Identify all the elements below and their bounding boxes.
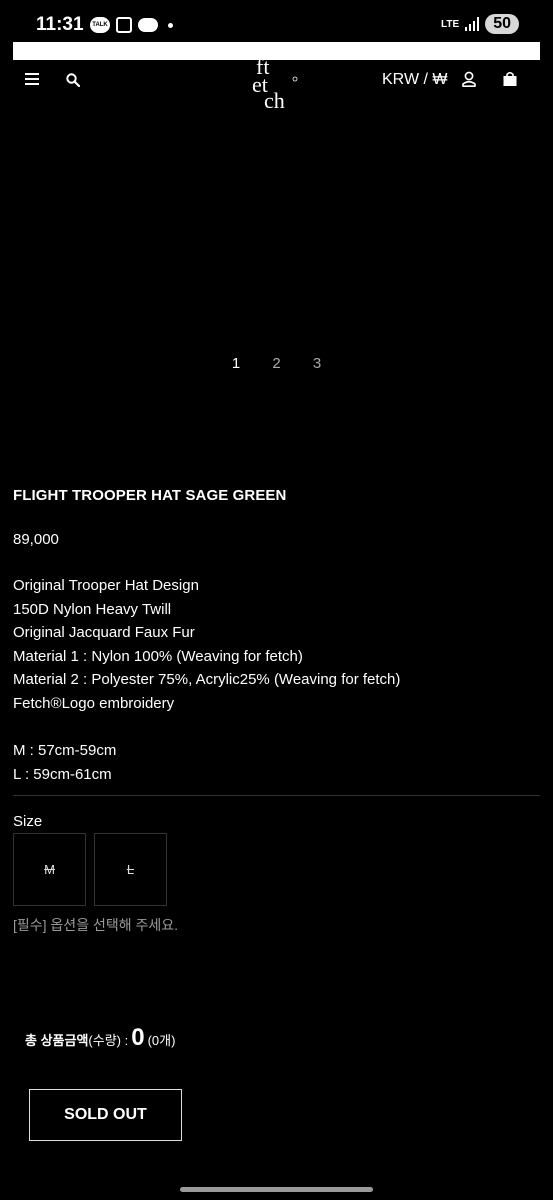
size-option-m-label: M (44, 862, 55, 877)
cloud-icon (138, 18, 158, 32)
size-option-l-label: L (126, 862, 135, 877)
gallery-page-2[interactable]: 2 (272, 355, 280, 372)
status-time: 11:31 (36, 14, 84, 35)
network-type: LTE (441, 18, 460, 30)
product-price: 89,000 (13, 531, 59, 548)
description-line: Material 2 : Polyester 75%, Acrylic25% (… (13, 671, 401, 689)
gallery-pagination: 1 2 3 (0, 355, 553, 372)
battery-level: 50 (485, 14, 519, 34)
section-divider (13, 795, 540, 796)
required-option-note: [필수] 옵션을 선택해 주세요. (13, 917, 179, 933)
home-indicator[interactable] (180, 1187, 373, 1192)
total-label: 총 상품금액 (25, 1033, 89, 1048)
user-icon[interactable] (462, 71, 476, 87)
size-info-line: M : 57cm-59cm (13, 742, 117, 760)
size-option-l[interactable]: L (94, 833, 167, 906)
description-line: Fetch®Logo embroidery (13, 694, 175, 712)
fetch-logo[interactable]: ft et ch (252, 52, 300, 110)
total-amount: 0 (131, 1024, 145, 1051)
hamburger-menu-icon[interactable] (25, 73, 39, 85)
size-info-line: L : 59cm-61cm (13, 765, 112, 783)
total-qty-label: (수량) : (88, 1033, 129, 1048)
gallery-page-1[interactable]: 1 (232, 355, 240, 372)
status-system-icons: LTE 50 (441, 14, 519, 34)
search-icon[interactable] (66, 73, 80, 87)
talk-icon: TALK (90, 17, 110, 33)
gallery-page-3[interactable]: 3 (313, 355, 321, 372)
total-count: (0개) (147, 1033, 176, 1048)
total-price-summary: 총 상품금액 (수량) : 0 (0개) (25, 1024, 175, 1052)
size-option-m[interactable]: M (13, 833, 86, 906)
screenshot-icon (116, 17, 132, 33)
shopping-bag-icon[interactable] (502, 71, 518, 87)
signal-icon (465, 17, 480, 31)
currency-selector[interactable]: KRW / ₩ (382, 71, 447, 89)
product-title: FLIGHT TROOPER HAT SAGE GREEN (13, 487, 287, 504)
status-notification-icons: TALK (90, 17, 173, 33)
more-dot-icon (168, 22, 173, 28)
sold-out-button[interactable]: SOLD OUT (29, 1089, 182, 1141)
size-option-label: Size (13, 813, 43, 830)
description-line: 150D Nylon Heavy Twill (13, 600, 172, 618)
description-line: Material 1 : Nylon 100% (Weaving for fet… (13, 647, 303, 665)
description-line: Original Trooper Hat Design (13, 577, 199, 594)
product-description: Original Trooper Hat Design 150D Nylon H… (13, 574, 400, 786)
svg-text:ch: ch (264, 88, 285, 110)
description-line: Original Jacquard Faux Fur (13, 624, 195, 642)
